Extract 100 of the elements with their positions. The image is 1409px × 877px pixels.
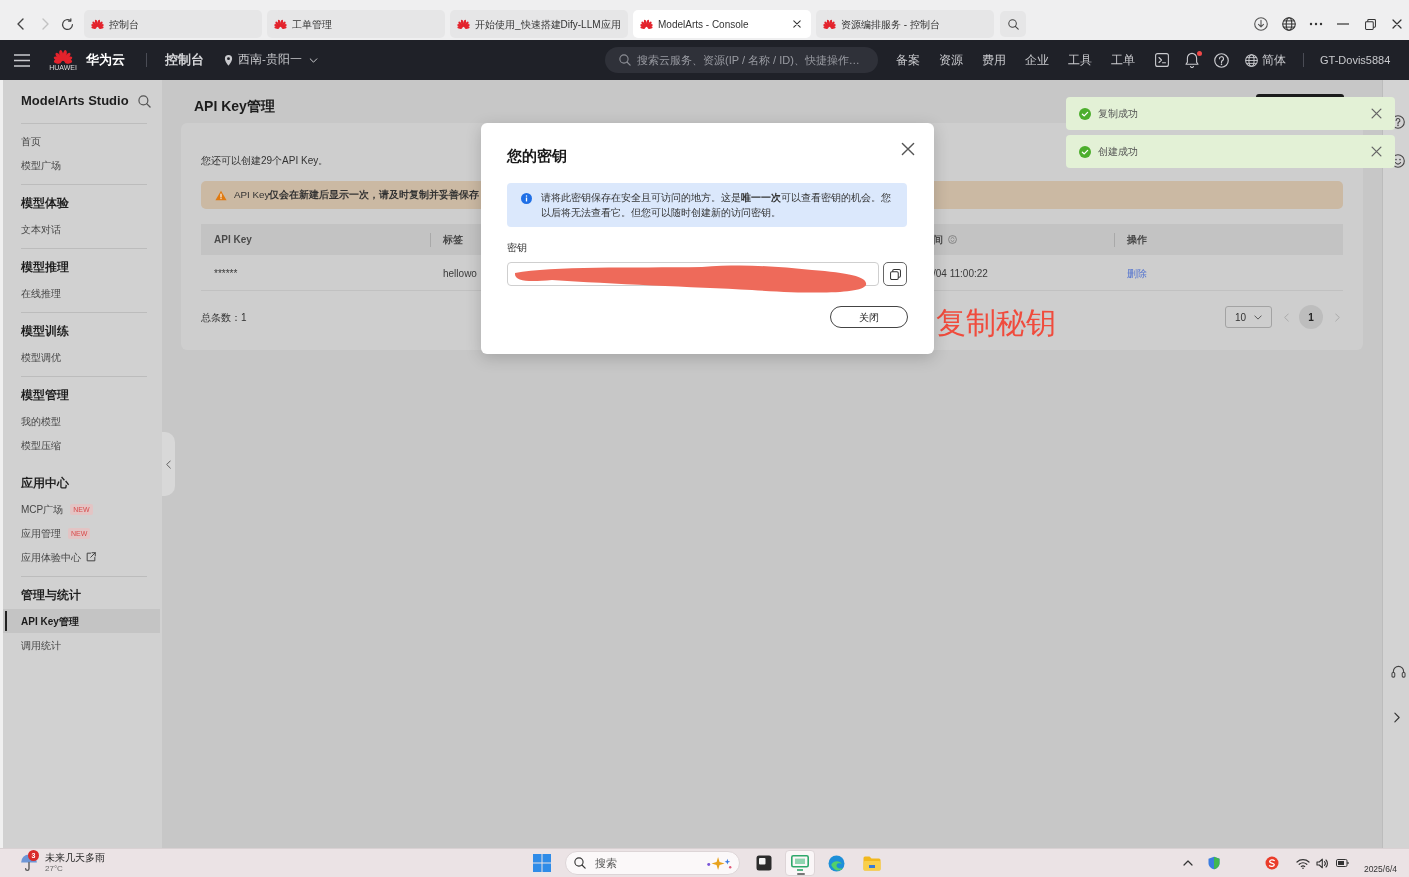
battery-icon[interactable] <box>1335 859 1349 867</box>
restore-icon[interactable] <box>1365 18 1376 30</box>
page-size-select[interactable]: 10 <box>1225 306 1272 328</box>
chevron-down-icon <box>308 57 318 63</box>
close-icon <box>793 20 801 28</box>
chevron-up-icon[interactable] <box>1182 860 1193 866</box>
sidebar-item[interactable]: 模型压缩 <box>3 433 160 457</box>
nav-link[interactable]: 工具 <box>1068 51 1092 69</box>
search-field[interactable]: 搜索云服务、资源(IP / 名称 / ID)、快捷操作… <box>605 47 878 73</box>
search-icon <box>619 54 631 66</box>
notice-text: 请将此密钥保存在安全且可访问的地方。这是唯一一次可以查看密钥的机会。您以后将无法查看它。但您可以随时创建新的访问密钥。 <box>541 191 892 220</box>
taskbar-search-field[interactable]: 搜索 <box>565 851 740 875</box>
tab-search-button[interactable] <box>1000 11 1026 37</box>
table-cell-text: ****** <box>214 266 238 281</box>
warning-text: API Key仅会在新建后显示一次，请及时复制并妥善保存 <box>234 187 480 202</box>
sidebar-item[interactable]: 我的模型 <box>3 409 160 433</box>
user-name[interactable]: GT-Dovis5884 <box>1320 51 1391 69</box>
nav-link[interactable]: 备案 <box>896 51 920 69</box>
page-title: API Key管理 <box>194 96 275 116</box>
close-tab-button[interactable] <box>791 18 803 30</box>
close-icon <box>1370 146 1382 157</box>
annotation-text: 复制秘钥 <box>936 305 1056 341</box>
weather-summary[interactable]: 未来几天多雨 <box>45 852 105 864</box>
sidebar-item[interactable]: API Key管理 <box>3 609 160 633</box>
close-icon <box>901 142 915 156</box>
info-icon <box>521 193 532 204</box>
close-button[interactable] <box>901 142 915 156</box>
headset-icon[interactable] <box>1391 665 1406 679</box>
globe-icon[interactable] <box>1282 17 1296 31</box>
search-icon <box>1007 18 1019 30</box>
nav-link[interactable]: 资源 <box>939 51 963 69</box>
warning-icon <box>215 189 227 201</box>
toast-message: 复制成功 <box>1098 107 1138 121</box>
copy-button[interactable] <box>883 262 907 286</box>
sidebar-item[interactable]: 模型广场 <box>3 153 160 177</box>
nav-link[interactable]: 企业 <box>1025 51 1049 69</box>
close-button[interactable] <box>1370 107 1382 120</box>
folder-icon <box>863 855 881 871</box>
sidebar-group-heading: 模型管理 <box>21 388 69 404</box>
dialog-title: 您的密钥 <box>507 145 567 166</box>
shield-app-icon[interactable] <box>1206 856 1221 870</box>
browser-tab[interactable]: 开始使用_快速搭建Dify-LLM应用 <box>450 10 628 38</box>
sidebar-item[interactable]: 模型调优 <box>3 345 160 369</box>
monitor-app-icon <box>791 855 809 871</box>
sidebar-item[interactable]: 在线推理 <box>3 281 160 305</box>
terminal-icon[interactable] <box>1155 53 1169 67</box>
sidebar-item[interactable]: 文本对话 <box>3 217 160 241</box>
toast-message: 创建成功 <box>1098 145 1138 159</box>
petal-logo-icon <box>639 19 654 29</box>
dark-square-app-icon <box>756 855 772 871</box>
brand-name[interactable]: 华为云 <box>86 50 125 70</box>
speaker-icon[interactable] <box>1315 857 1328 869</box>
sidebar-item[interactable]: 应用体验中心 <box>3 545 160 569</box>
back-icon <box>16 18 24 30</box>
chevron-down-icon <box>1254 314 1262 320</box>
column-header: 操作 <box>1127 233 1147 247</box>
close-icon[interactable] <box>1392 19 1402 29</box>
close-button[interactable] <box>1370 145 1382 158</box>
sidebar-item[interactable]: 调用统计 <box>3 633 160 657</box>
taskbar-date[interactable]: 2025/6/4 <box>1363 864 1397 874</box>
more-icon[interactable] <box>1309 22 1323 26</box>
copy-icon <box>889 268 901 280</box>
browser-tab[interactable]: ModelArts - Console <box>633 10 811 38</box>
console-link[interactable]: 控制台 <box>165 50 204 70</box>
sparkle-icon <box>705 855 733 871</box>
sidebar-group-heading: 管理与统计 <box>21 587 81 604</box>
region-selector[interactable]: 西南-贵阳一 <box>224 51 318 69</box>
sidebar-item[interactable]: 首页 <box>3 129 160 153</box>
forward-icon <box>41 18 49 30</box>
collapse-handle[interactable] <box>162 432 175 496</box>
petal-logo-icon <box>822 19 837 29</box>
globe-icon <box>1245 53 1258 67</box>
chevron-right-icon[interactable] <box>1394 712 1400 723</box>
search-input[interactable]: 搜索 <box>595 853 701 873</box>
page-button[interactable]: 1 <box>1299 305 1323 329</box>
language-selector[interactable]: 简体 <box>1245 51 1286 69</box>
search-icon <box>574 857 586 869</box>
sidebar-group-heading: 应用中心 <box>21 475 69 492</box>
start-grid-icon[interactable] <box>533 854 551 872</box>
sidebar-group-heading: 模型体验 <box>21 196 69 212</box>
browser-tab[interactable]: 控制台 <box>84 10 262 38</box>
search-icon[interactable] <box>138 94 151 108</box>
petal-logo-icon <box>456 19 471 29</box>
bell-icon[interactable] <box>1185 52 1199 68</box>
petal-logo-icon <box>273 19 288 29</box>
reload-icon <box>60 17 74 31</box>
menu-icon[interactable] <box>14 53 30 67</box>
nav-link[interactable]: 费用 <box>982 51 1006 69</box>
browser-tab[interactable]: 工单管理 <box>267 10 445 38</box>
browser-app-icon <box>827 854 845 872</box>
download-icon[interactable] <box>1254 17 1268 31</box>
wifi-icon[interactable] <box>1295 857 1310 869</box>
petal-logo-icon <box>52 48 74 64</box>
weather-temperature: 27°C <box>45 864 64 874</box>
nav-link[interactable]: 工单 <box>1111 51 1135 69</box>
s-circle-app-icon[interactable] <box>1264 856 1279 870</box>
browser-tab[interactable]: 资源编排服务 - 控制台 <box>816 10 994 38</box>
table-cell-text: hellowo <box>443 266 477 281</box>
sidebar-group-heading: 模型训练 <box>21 324 69 340</box>
quota-note: 您还可以创建29个API Key。 <box>201 153 329 168</box>
